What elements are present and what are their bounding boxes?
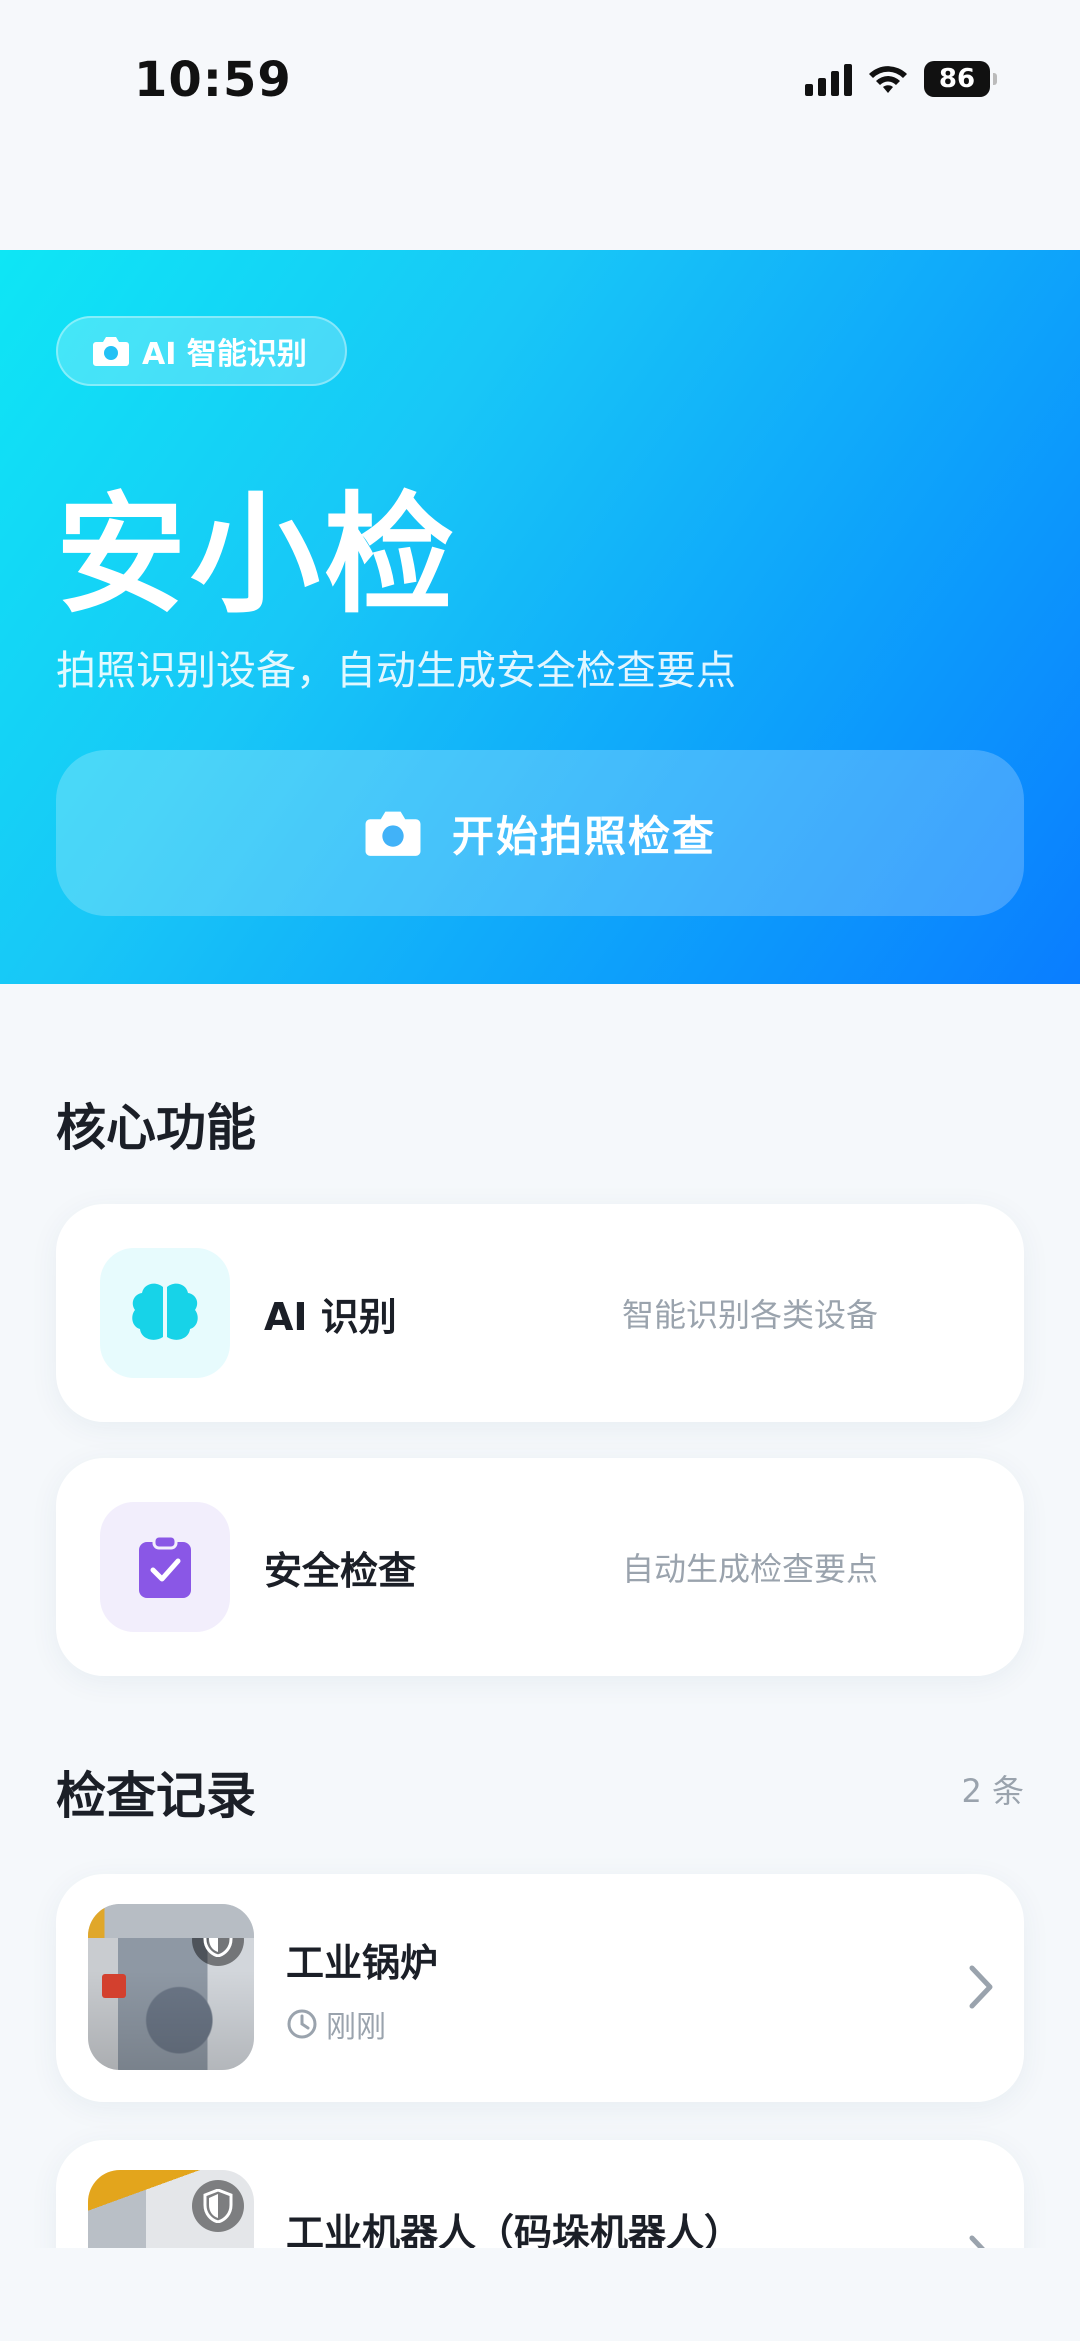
feature-description: 智能识别各类设备 xyxy=(622,1296,879,1334)
bottom-safe-area xyxy=(0,2248,1080,2341)
cellular-signal-icon xyxy=(805,62,852,96)
shield-icon xyxy=(192,2180,244,2232)
status-icons: 86 xyxy=(805,56,997,102)
feature-card-ai-recognition[interactable]: AI 识别 智能识别各类设备 xyxy=(56,1204,1024,1422)
app-title: 安小检 xyxy=(56,479,459,631)
chevron-right-icon xyxy=(969,1965,993,2009)
camera-icon xyxy=(365,811,421,856)
feature-icon-container xyxy=(100,1248,230,1378)
feature-name: 安全检查 xyxy=(264,1549,417,1593)
shield-icon xyxy=(192,1914,244,1966)
app-subtitle: 拍照识别设备，自动生成安全检查要点 xyxy=(56,648,736,694)
feature-name: AI 识别 xyxy=(264,1295,397,1339)
core-features-title: 核心功能 xyxy=(56,1099,256,1157)
brain-icon xyxy=(132,1283,198,1340)
battery-icon: 86 xyxy=(924,61,997,97)
status-time: 10:59 xyxy=(134,52,292,108)
record-item[interactable]: 工业锅炉 刚刚 xyxy=(56,1874,1024,2102)
hero-banner: AI 智能识别 安小检 拍照识别设备，自动生成安全检查要点 开始拍照检查 xyxy=(0,250,1080,984)
start-button-label: 开始拍照检查 xyxy=(451,811,716,861)
clipboard-check-icon xyxy=(139,1534,191,1598)
start-photo-check-button[interactable]: 开始拍照检查 xyxy=(56,750,1024,916)
feature-description: 自动生成检查要点 xyxy=(622,1550,879,1588)
record-thumbnail xyxy=(88,1904,254,2070)
status-bar: 10:59 86 xyxy=(0,0,1080,250)
records-count: 2 条 xyxy=(961,1772,1024,1810)
camera-icon xyxy=(93,337,129,366)
feature-card-safety-check[interactable]: 安全检查 自动生成检查要点 xyxy=(56,1458,1024,1676)
clock-icon xyxy=(287,2009,317,2039)
wifi-icon xyxy=(869,66,907,93)
record-time-label: 刚刚 xyxy=(326,2010,386,2045)
ai-recognition-chip: AI 智能识别 xyxy=(56,316,347,386)
record-time: 刚刚 xyxy=(286,2002,386,2046)
battery-level: 86 xyxy=(938,64,976,94)
record-name: 工业锅炉 xyxy=(286,1941,439,1985)
inspection-records-title: 检查记录 xyxy=(56,1767,256,1825)
feature-icon-container xyxy=(100,1502,230,1632)
ai-chip-label: AI 智能识别 xyxy=(142,337,307,372)
